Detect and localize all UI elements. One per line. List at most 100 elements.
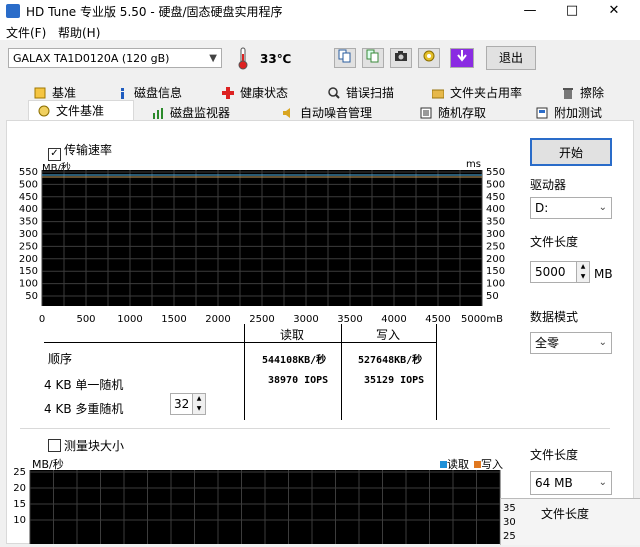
tab-erase[interactable]: 擦除 — [562, 84, 604, 102]
file-length-stepper[interactable]: 5000 ▲ ▼ — [530, 261, 590, 283]
x-tick: 0 — [39, 314, 45, 325]
y-tick-left: 250 — [19, 241, 38, 252]
drive-select[interactable]: GALAX TA1D0120A (120 gB) ▼ — [8, 48, 222, 68]
queue-depth-stepper[interactable]: 32 ▲ ▼ — [170, 393, 206, 415]
file-benchmark-icon — [38, 104, 50, 117]
y-tick-left: 300 — [19, 229, 38, 240]
y-tick-right: 500 — [486, 179, 505, 190]
block-y-tick: 20 — [13, 483, 26, 494]
options-icon[interactable] — [418, 48, 440, 68]
paste-icon[interactable] — [362, 48, 384, 68]
y-tick-right: 300 — [486, 229, 505, 240]
sequential-read-value: 544108KB/秒 — [262, 355, 327, 366]
y-tick-right: 550 — [486, 167, 505, 178]
file-length-label: 文件长度 — [530, 235, 579, 249]
block-y-tick: 15 — [13, 499, 26, 510]
row-4kb-multi-label: 4 KB 多重随机 — [44, 402, 124, 416]
block-file-length-select[interactable]: 64 MB ⌄ — [530, 471, 612, 495]
block-file-length-label: 文件长度 — [530, 448, 579, 462]
file-length-unit: MB — [594, 267, 613, 281]
tab-file-benchmark[interactable]: 文件基准 — [38, 102, 104, 120]
data-mode-select[interactable]: 全零 ⌄ — [530, 332, 612, 354]
app-icon — [6, 4, 20, 18]
camera-icon[interactable] — [390, 48, 412, 68]
close-button[interactable]: ✕ — [594, 0, 634, 22]
thermometer-icon — [234, 46, 252, 70]
drive-label: 驱动器 — [530, 178, 567, 192]
block-y-tick: 10 — [13, 515, 26, 526]
copy-icon[interactable] — [334, 48, 356, 68]
file-length-value: 5000 — [535, 265, 566, 279]
x-tick: 500 — [76, 314, 95, 325]
maximize-button[interactable]: □ — [552, 0, 592, 22]
y-tick-left: 450 — [19, 192, 38, 203]
minimize-button[interactable]: — — [510, 0, 550, 22]
tab-health[interactable]: 健康状态 — [222, 84, 288, 102]
x-tick: 1500 — [161, 314, 186, 325]
health-icon — [222, 86, 234, 99]
y-tick-left: 350 — [19, 217, 38, 228]
y-tick-right: 450 — [486, 192, 505, 203]
monitor-icon — [152, 106, 164, 119]
save-down-icon[interactable] — [450, 48, 474, 68]
y-tick-left: 550 — [19, 167, 38, 178]
menu-bar: 文件(F) 帮助(H) — [0, 22, 640, 40]
read-header: 读取 — [280, 328, 305, 342]
spin-down-icon[interactable]: ▼ — [576, 272, 589, 282]
y-tick-left: 200 — [19, 254, 38, 265]
overlay-tick-25: 25 — [503, 531, 516, 542]
tab-error-scan[interactable]: 错误扫描 — [328, 84, 394, 102]
folder-icon — [431, 86, 445, 99]
y-tick-left: 50 — [25, 291, 38, 302]
info-icon — [116, 86, 128, 99]
erase-icon — [562, 86, 574, 99]
section-divider — [20, 428, 610, 429]
4kb-single-read-value: 38970 IOPS — [268, 375, 329, 386]
y-tick-right: 400 — [486, 204, 505, 215]
transfer-rate-checkbox[interactable]: ✓ 传输速率 — [48, 141, 112, 161]
speaker-icon — [282, 106, 294, 118]
checkbox-empty — [48, 439, 61, 452]
queue-depth-value: 32 — [174, 397, 190, 411]
x-tick: 2000 — [205, 314, 230, 325]
y-tick-left: 100 — [19, 279, 38, 290]
temperature-readout: 33℃ — [260, 52, 292, 66]
overlay-tick-35: 35 — [503, 503, 516, 514]
block-y-tick: 25 — [13, 467, 26, 478]
4kb-single-write-value: 35129 IOPS — [364, 375, 425, 386]
sequential-write-value: 527648KB/秒 — [358, 355, 423, 366]
x-tick: 1000 — [117, 314, 142, 325]
block-size-checkbox[interactable]: 测量块大小 — [48, 437, 124, 454]
y-tick-left: 400 — [19, 204, 38, 215]
y-tick-right: 50 — [486, 291, 499, 302]
menu-file[interactable]: 文件(F) — [6, 24, 46, 41]
drive-letter-select[interactable]: D: ⌄ — [530, 197, 612, 219]
window-title: HD Tune 专业版 5.50 - 硬盘/固态硬盘实用程序 — [26, 5, 283, 19]
tab-folder-usage[interactable]: 文件夹占用率 — [431, 84, 522, 102]
y-tick-right: 350 — [486, 217, 505, 228]
y-tick-right: 100 — [486, 279, 505, 290]
block-chart: 25 20 15 10 — [0, 466, 510, 544]
chevron-down-icon: ▼ — [209, 53, 217, 64]
spin-down-icon[interactable]: ▼ — [192, 404, 205, 414]
overlay-file-length-label: 文件长度 — [541, 507, 590, 521]
y-tick-right: 200 — [486, 254, 505, 265]
transfer-chart: 550 500 450 400 350 300 250 200 150 100 50 550 500 4… — [0, 166, 510, 326]
y-tick-right: 150 — [486, 266, 505, 277]
x-tick: 5000mB — [461, 314, 503, 325]
spin-up-icon[interactable]: ▲ — [576, 262, 589, 272]
title-bar: HD Tune 专业版 5.50 - 硬盘/固态硬盘实用程序 — □ ✕ — [0, 0, 640, 22]
exit-button[interactable]: 退出 — [486, 46, 536, 70]
spin-up-icon[interactable]: ▲ — [192, 394, 205, 404]
start-button[interactable]: 开始 — [530, 138, 612, 166]
menu-help[interactable]: 帮助(H) — [58, 24, 100, 41]
drive-select-value: GALAX TA1D0120A (120 gB) — [13, 52, 170, 65]
benchmark-icon — [34, 86, 46, 99]
random-access-icon — [420, 106, 432, 119]
y-tick-right: 250 — [486, 241, 505, 252]
scan-icon — [328, 86, 340, 99]
y-tick-left: 500 — [19, 179, 38, 190]
write-header: 写入 — [376, 328, 401, 342]
row-4kb-single-label: 4 KB 单一随机 — [44, 378, 124, 392]
chevron-down-icon: ⌄ — [598, 477, 607, 488]
